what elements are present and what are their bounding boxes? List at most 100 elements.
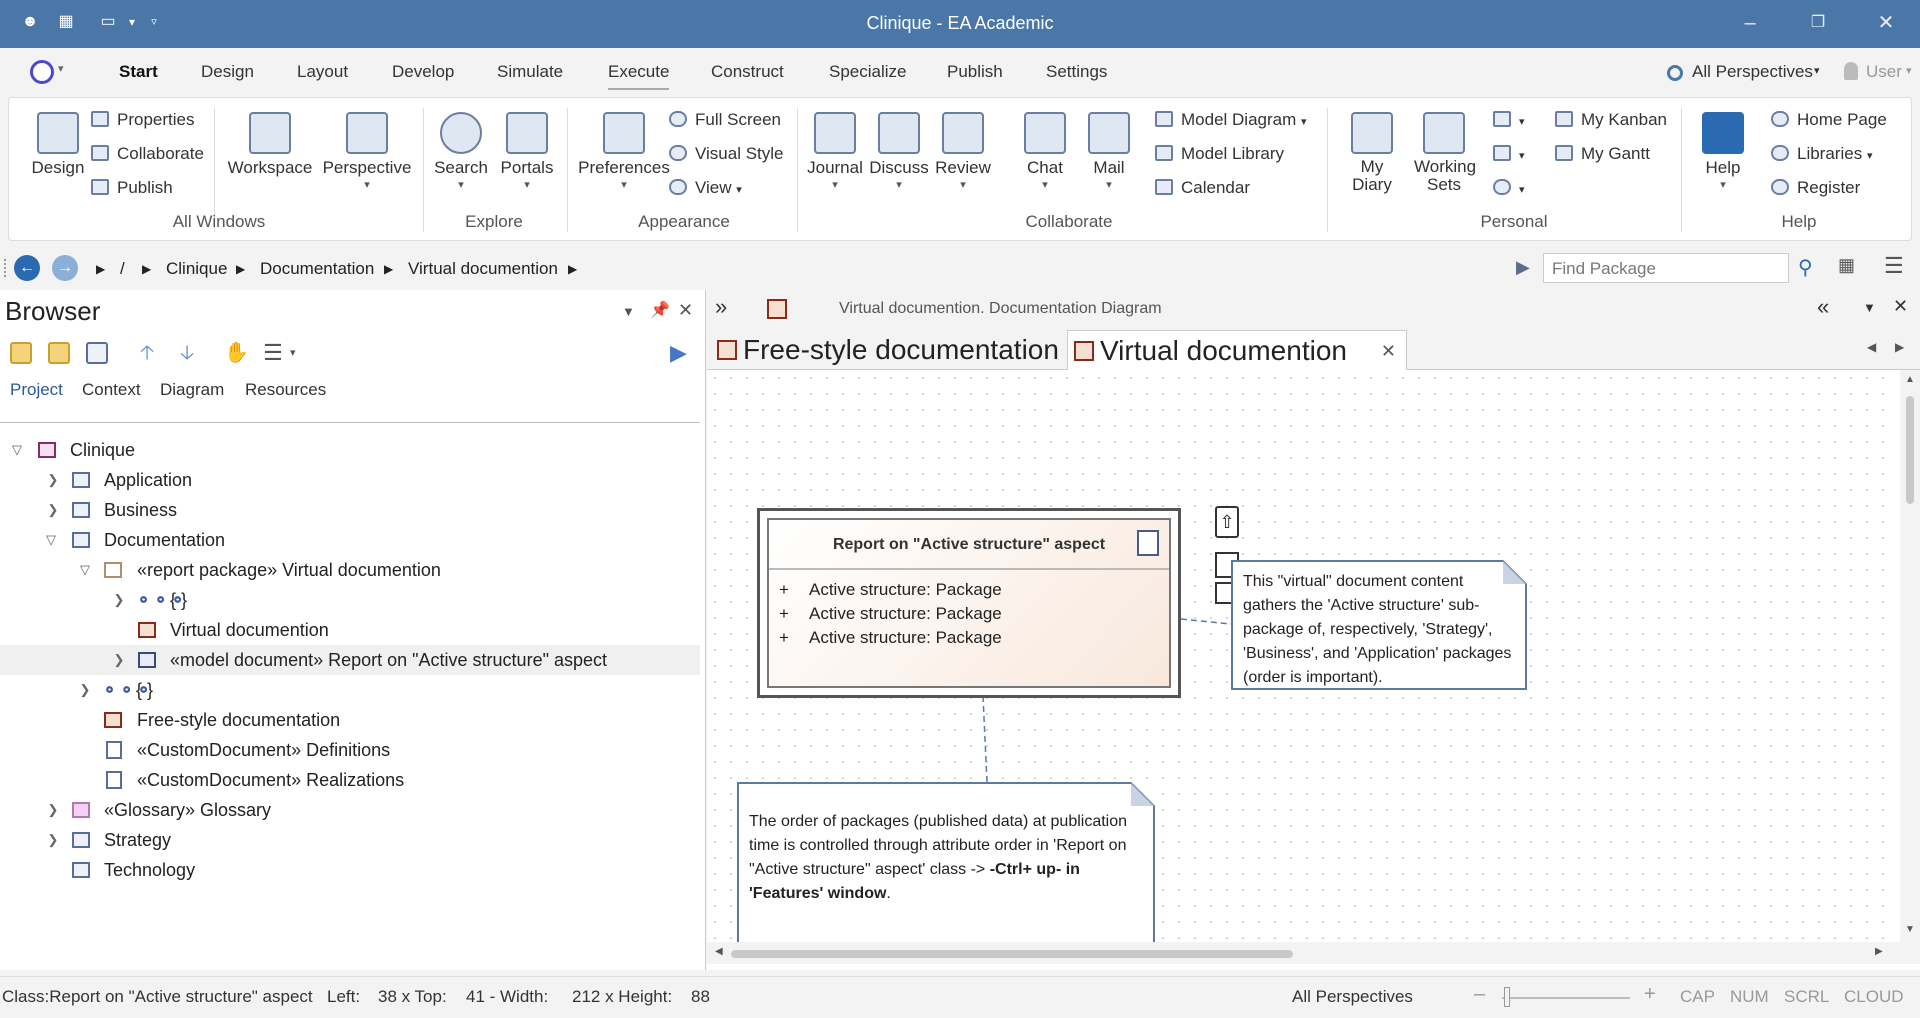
tree-item-strategy[interactable]: ❯ Strategy: [0, 825, 700, 855]
model-diagram-button[interactable]: Model Diagram ▾: [1155, 110, 1307, 130]
collapse-toggle-icon[interactable]: ❯: [78, 675, 92, 705]
tab-construct[interactable]: Construct: [711, 62, 784, 82]
new-package-icon[interactable]: [10, 342, 32, 364]
scroll-left-icon[interactable]: ◀: [715, 946, 723, 957]
scroll-right-icon[interactable]: ▶: [1875, 946, 1883, 957]
tab-layout[interactable]: Layout: [297, 62, 348, 82]
scroll-left-icon[interactable]: ◀: [1867, 340, 1876, 354]
help-button[interactable]: Help ▾: [1693, 112, 1753, 191]
mail-button[interactable]: Mail ▾: [1079, 112, 1139, 191]
attribute-row[interactable]: + Active structure: Package: [769, 626, 1169, 650]
perspective-button[interactable]: Perspective ▾: [317, 112, 417, 191]
find-package-input[interactable]: Find Package: [1543, 253, 1789, 283]
class-element[interactable]: Report on "Active structure" aspect + Act…: [767, 518, 1171, 688]
properties-button[interactable]: Properties: [91, 110, 194, 130]
chat-button[interactable]: Chat ▾: [1015, 112, 1075, 191]
diagram-canvas[interactable]: Report on "Active structure" aspect + Act…: [707, 370, 1897, 942]
tab-project[interactable]: Project: [10, 380, 63, 400]
folder-icon[interactable]: [48, 342, 70, 364]
collapse-toggle-icon[interactable]: ❯: [112, 585, 126, 615]
calendar-button[interactable]: Calendar: [1155, 178, 1250, 198]
preferences-button[interactable]: Preferences ▾: [573, 112, 675, 191]
my-kanban-button[interactable]: My Kanban: [1555, 110, 1667, 130]
collapse-toggle-icon[interactable]: ❯: [46, 825, 60, 855]
forward-button[interactable]: →: [52, 255, 78, 281]
my-gantt-button[interactable]: My Gantt: [1555, 144, 1650, 164]
search-button[interactable]: Search ▾: [429, 112, 493, 191]
zoom-in-button[interactable]: +: [1644, 983, 1656, 1006]
collapse-toggle-icon[interactable]: ❯: [46, 495, 60, 525]
portals-button[interactable]: Portals ▾: [495, 112, 559, 191]
scroll-down-icon[interactable]: ▼: [1905, 924, 1915, 935]
hand-icon[interactable]: ✋: [224, 342, 249, 364]
tree-item-application[interactable]: ❯ Application: [0, 465, 700, 495]
window-toggle-button[interactable]: ▾: [1493, 110, 1525, 130]
view-button[interactable]: View ▾: [669, 178, 742, 198]
working-sets-button[interactable]: Working Sets: [1409, 112, 1479, 194]
tab-simulate[interactable]: Simulate: [497, 62, 563, 82]
close-tab-icon[interactable]: ✕: [1381, 331, 1396, 371]
play-icon[interactable]: ▶: [1516, 257, 1530, 278]
expand-toggle-icon[interactable]: ▽: [78, 555, 92, 585]
tree-item-clinique[interactable]: ▽ Clinique: [0, 435, 700, 465]
tree-item-technology[interactable]: Technology: [0, 855, 700, 885]
window-toggle-button[interactable]: ▾: [1493, 144, 1525, 164]
tree-item-glossary[interactable]: ❯ «Glossary» Glossary: [0, 795, 700, 825]
collapse-toggle-icon[interactable]: ❯: [112, 645, 126, 675]
double-chevron-left-icon[interactable]: «: [1817, 294, 1829, 320]
scroll-thumb[interactable]: [1906, 396, 1914, 504]
chevron-down-icon[interactable]: ▼: [1863, 300, 1876, 315]
tab-publish[interactable]: Publish: [947, 62, 1003, 82]
expand-toggle-icon[interactable]: ▽: [10, 435, 24, 465]
vertical-scrollbar[interactable]: ▲ ▼: [1900, 370, 1920, 942]
expand-toggle-icon[interactable]: ▽: [44, 525, 58, 555]
attribute-row[interactable]: + Active structure: Package: [769, 602, 1169, 626]
workspace-button[interactable]: Workspace: [225, 112, 315, 178]
move-up-icon[interactable]: 🡡: [136, 342, 158, 364]
options-icon[interactable]: ▦: [1838, 255, 1855, 276]
tab-design[interactable]: Design: [201, 62, 254, 82]
double-chevron-right-icon[interactable]: »: [715, 294, 727, 320]
chevron-down-icon[interactable]: ▾: [58, 62, 64, 75]
tab-settings[interactable]: Settings: [1046, 62, 1107, 82]
chevron-down-icon[interactable]: ▾: [1814, 64, 1820, 77]
user-menu[interactable]: User: [1866, 62, 1902, 82]
tab-start[interactable]: Start: [119, 62, 158, 82]
tab-develop[interactable]: Develop: [392, 62, 454, 82]
discuss-button[interactable]: Discuss ▾: [869, 112, 929, 191]
tree-item-braces[interactable]: ❯ ⚬⚬⚬ { }: [0, 585, 700, 615]
visual-style-button[interactable]: Visual Style: [669, 144, 784, 164]
tree-item-business[interactable]: ❯ Business: [0, 495, 700, 525]
restore-button[interactable]: ❐: [1798, 8, 1838, 38]
play-icon[interactable]: ▶: [670, 342, 692, 364]
tree-item-free-style[interactable]: Free-style documentation: [0, 705, 700, 735]
publish-button[interactable]: Publish: [91, 178, 173, 198]
close-icon[interactable]: ✕: [678, 300, 693, 321]
home-page-button[interactable]: Home Page: [1771, 110, 1887, 130]
zoom-out-button[interactable]: –: [1474, 983, 1485, 1006]
tab-specialize[interactable]: Specialize: [829, 62, 907, 82]
tab-resources[interactable]: Resources: [245, 380, 326, 400]
tab-free-style-documentation[interactable]: Free-style documentation: [711, 330, 1067, 370]
tree-item-definitions[interactable]: «CustomDocument» Definitions: [0, 735, 700, 765]
close-window-button[interactable]: ✕: [1866, 8, 1906, 38]
model-library-button[interactable]: Model Library: [1155, 144, 1284, 164]
tab-diagram[interactable]: Diagram: [160, 380, 224, 400]
zoom-slider-thumb[interactable]: [1504, 987, 1510, 1007]
close-icon[interactable]: ✕: [1893, 296, 1908, 317]
collapse-toggle-icon[interactable]: ❯: [46, 465, 60, 495]
attribute-row[interactable]: + Active structure: Package: [769, 578, 1169, 602]
note-element[interactable]: This "virtual" document content gathers …: [1231, 560, 1527, 690]
breadcrumb-item[interactable]: Clinique: [166, 259, 227, 279]
tree-item-report-package[interactable]: ▽ «report package» Virtual documention: [0, 555, 700, 585]
tree-item-documentation[interactable]: ▽ Documentation: [0, 525, 700, 555]
tree-item-virtual-documention[interactable]: Virtual documention: [0, 615, 700, 645]
collapse-toggle-icon[interactable]: ❯: [46, 795, 60, 825]
register-button[interactable]: Register: [1771, 178, 1860, 198]
my-diary-button[interactable]: My Diary: [1339, 112, 1405, 194]
zoom-slider[interactable]: [1502, 997, 1630, 999]
note-element[interactable]: The order of packages (published data) a…: [737, 782, 1155, 942]
scroll-up-icon[interactable]: ▲: [1905, 374, 1915, 385]
move-down-icon[interactable]: 🡣: [176, 342, 198, 364]
scroll-right-icon[interactable]: ▶: [1895, 340, 1904, 354]
